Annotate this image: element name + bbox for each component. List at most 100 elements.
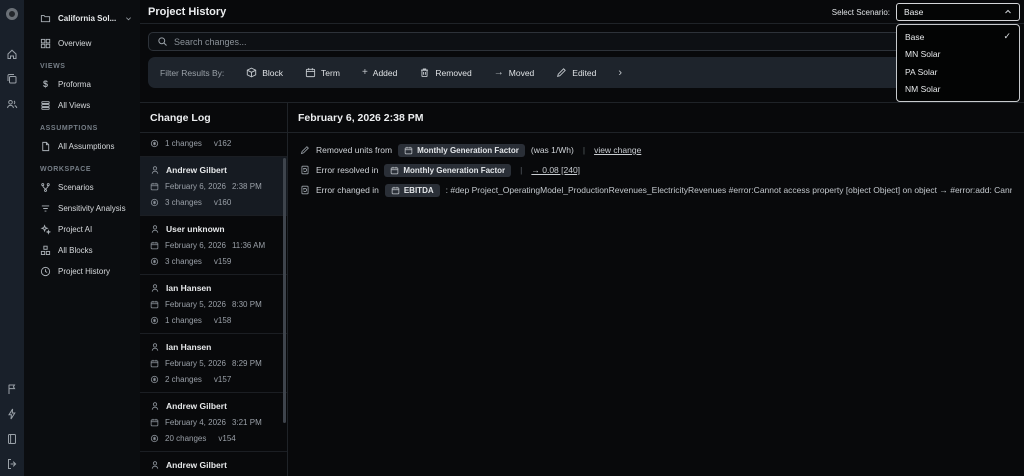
- project-name: California Sol...: [58, 13, 117, 23]
- book-icon[interactable]: [6, 433, 18, 445]
- person-icon: [150, 224, 160, 234]
- version-tag: v160: [213, 198, 232, 207]
- sidebar-item-scenarios[interactable]: Scenarios: [40, 180, 134, 194]
- entry-date: February 5, 2026: [165, 359, 226, 368]
- sidebar-item-label: Sensitivity Analysis: [58, 203, 126, 213]
- changes-count: 20 changes: [165, 434, 207, 443]
- chevron-right-icon[interactable]: ›: [618, 67, 622, 79]
- page-title: Project History: [148, 6, 227, 18]
- version-tag: v158: [213, 316, 232, 325]
- dollar-icon: $: [42, 79, 48, 89]
- sidebar-item-project-history[interactable]: Project History: [40, 264, 134, 278]
- search-bar[interactable]: [148, 32, 1016, 51]
- scenario-dropdown-menu: Base ✓ MN Solar PA Solar NM Solar: [896, 24, 1020, 102]
- person-icon: [150, 283, 160, 293]
- filter-moved-label: Moved: [508, 67, 535, 78]
- trash-icon: [419, 67, 430, 78]
- sidebar-item-project-ai[interactable]: Project AI: [40, 222, 134, 236]
- version-tag: v157: [213, 375, 232, 384]
- filter-bar: Filter Results By: Block Term + Added Re…: [148, 57, 1016, 88]
- scenarios-branch-icon: [40, 182, 51, 193]
- sidebar-item-all-assumptions[interactable]: All Assumptions: [40, 139, 134, 153]
- sidebar-item-overview[interactable]: Overview: [40, 36, 134, 50]
- block-chip-label: Monthly Generation Factor: [403, 165, 506, 175]
- version-icon: [150, 375, 159, 384]
- menu-item-nm-solar[interactable]: NM Solar: [897, 81, 1019, 97]
- calendar-icon: [150, 241, 159, 250]
- entry-time: 11:36 AM: [231, 241, 266, 250]
- icon-rail: [0, 0, 24, 476]
- filter-block[interactable]: Block: [246, 67, 283, 78]
- block-chip[interactable]: Monthly Generation Factor: [398, 143, 525, 157]
- block-chip[interactable]: Monthly Generation Factor: [384, 163, 512, 177]
- view-change-link[interactable]: view change: [594, 145, 641, 155]
- sidebar-item-proforma[interactable]: $ Proforma: [40, 77, 134, 91]
- filter-removed[interactable]: Removed: [419, 67, 472, 78]
- sidebar-item-all-views[interactable]: All Views: [40, 98, 134, 112]
- zap-icon[interactable]: [6, 408, 18, 420]
- changelog-entry[interactable]: Andrew Gilbert February 6, 2026 2:38 PM …: [140, 157, 287, 216]
- menu-item-pa-solar[interactable]: PA Solar: [897, 64, 1019, 80]
- version-icon: [150, 257, 159, 266]
- project-switcher[interactable]: California Sol...: [40, 10, 134, 26]
- scenario-select[interactable]: Base: [896, 3, 1020, 21]
- entry-date: February 6, 2026: [165, 182, 226, 191]
- menu-item-base[interactable]: Base ✓: [897, 29, 1019, 45]
- home-icon[interactable]: [6, 48, 18, 60]
- person-icon: [150, 401, 160, 411]
- menu-item-mn-solar[interactable]: MN Solar: [897, 46, 1019, 62]
- sidebar-item-all-blocks[interactable]: All Blocks: [40, 243, 134, 257]
- filter-edited[interactable]: Edited: [556, 67, 596, 78]
- changelog-entry-partial[interactable]: 1 changes v162: [140, 133, 287, 157]
- scenario-select-label: Select Scenario:: [831, 8, 890, 17]
- section-title-workspace: WORKSPACE: [40, 166, 92, 173]
- menu-item-label: Base: [905, 31, 925, 42]
- sidebar-item-label: All Blocks: [58, 245, 93, 255]
- content-area: Change Log 1 changes v162 Andrew Gilbert: [140, 103, 1024, 476]
- changelog-entry-partial[interactable]: Andrew Gilbert: [140, 452, 287, 476]
- projects-icon[interactable]: [6, 73, 18, 85]
- change-action: Error changed in: [316, 185, 379, 195]
- block-chip[interactable]: EBITDA: [384, 183, 440, 197]
- sidebar-item-sensitivity-analysis[interactable]: Sensitivity Analysis: [40, 201, 134, 215]
- changes-count: 1 changes: [165, 316, 202, 325]
- menu-item-label: NM Solar: [905, 84, 941, 95]
- detail-panel: February 6, 2026 2:38 PM Removed units f…: [288, 103, 1024, 476]
- changelog-entry[interactable]: Ian Hansen February 5, 2026 8:30 PM 1 ch…: [140, 275, 287, 334]
- users-icon[interactable]: [6, 98, 18, 110]
- changelog-title: Change Log: [140, 103, 287, 133]
- error-file-icon: [300, 185, 310, 195]
- entry-author: Ian Hansen: [166, 342, 212, 352]
- changelog-entry[interactable]: Andrew Gilbert February 4, 2026 3:21 PM …: [140, 393, 287, 452]
- changelog-entry[interactable]: User unknown February 6, 2026 11:36 AM 3…: [140, 216, 287, 275]
- filter-term[interactable]: Term: [305, 67, 340, 78]
- folder-icon: [40, 13, 51, 24]
- entry-date: February 5, 2026: [165, 300, 226, 309]
- filter-added[interactable]: + Added: [362, 67, 397, 78]
- search-input[interactable]: [174, 36, 1007, 47]
- change-row: Error changed in EBITDA : #dep Project_O…: [300, 182, 1012, 198]
- overview-grid-icon: [40, 38, 51, 49]
- filter-label: Filter Results By:: [160, 67, 225, 78]
- calendar-icon: [150, 359, 159, 368]
- flag-icon[interactable]: [6, 383, 18, 395]
- entry-date: February 4, 2026: [165, 418, 226, 427]
- app-logo-icon[interactable]: [6, 8, 18, 20]
- calendar-icon: [390, 166, 399, 175]
- changelog-entry[interactable]: Ian Hansen February 5, 2026 8:29 PM 2 ch…: [140, 334, 287, 393]
- change-action: Error resolved in: [316, 165, 379, 175]
- divider: |: [582, 145, 586, 155]
- error-file-icon: [300, 165, 310, 175]
- entry-author: User unknown: [166, 224, 225, 234]
- menu-item-label: PA Solar: [905, 66, 938, 77]
- sidebar: California Sol... Overview VIEWS $ Profo…: [24, 0, 140, 476]
- resolved-value-link[interactable]: → 0.08 [240]: [531, 165, 580, 175]
- filter-moved[interactable]: → Moved: [494, 67, 535, 78]
- error-message: : #dep Project_OperatingModel_Production…: [445, 185, 1012, 195]
- version-tag: v154: [218, 434, 236, 443]
- changelog-scrollbar[interactable]: [283, 158, 286, 423]
- filter-edited-label: Edited: [572, 67, 597, 78]
- changelog-panel: Change Log 1 changes v162 Andrew Gilbert: [140, 103, 288, 476]
- document-icon: [40, 141, 51, 152]
- logout-icon[interactable]: [6, 458, 18, 470]
